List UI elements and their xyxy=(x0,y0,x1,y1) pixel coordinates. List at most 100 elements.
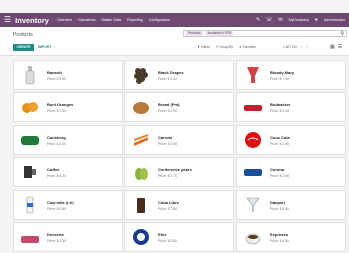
product-card[interactable]: Boni Oranges Price: $ 1.50 xyxy=(13,92,123,122)
product-price: Price: $ 1.70 xyxy=(158,173,178,178)
product-info: Budweiser Price: $ 2.40 xyxy=(270,102,290,113)
product-info: Daiquiri Price: $ 5.90 xyxy=(270,200,289,211)
product-name: Carrots xyxy=(158,134,173,140)
coffee-icon xyxy=(20,161,40,183)
product-card[interactable]: Daiquiri Price: $ 5.90 xyxy=(236,190,346,220)
create-button[interactable]: CREATE xyxy=(13,44,34,51)
product-price: Price: $ 4.90 xyxy=(270,238,290,243)
menu-item-master-data[interactable]: Master Data xyxy=(102,18,122,22)
search-facet-pos[interactable]: Available in POS xyxy=(205,31,234,36)
menu-item-overview[interactable]: Overview xyxy=(57,18,72,22)
product-info: Boni Oranges Price: $ 1.50 xyxy=(47,102,73,113)
chat-icon[interactable]: ✉ xyxy=(278,17,282,23)
product-card[interactable]: Bloody Mary Price: $ 7.90 xyxy=(236,60,346,90)
product-card[interactable]: Carrots Price: $ 0.80 xyxy=(124,125,234,155)
coca-cola-icon xyxy=(243,129,263,151)
dessert-icon xyxy=(20,226,40,248)
product-info: Coffee Price: $ 4.30 xyxy=(47,167,66,178)
efes-icon xyxy=(131,226,151,248)
product-info: Cuba Libre Price: $ 7.80 xyxy=(158,200,179,211)
carlsberg-icon xyxy=(20,129,40,151)
product-name: Budweiser xyxy=(270,101,291,107)
carrots-icon xyxy=(131,129,151,151)
product-name: Black Grapes xyxy=(158,69,184,75)
product-card[interactable]: Bacardi Price: $ 5.50 xyxy=(13,60,123,90)
pears-icon xyxy=(131,161,151,183)
product-name: Cow milk (Ltr) xyxy=(47,199,74,205)
product-info: Bread (Pnt) Price: $ 2.50 xyxy=(158,102,180,113)
product-price: Price: $ 3.50 xyxy=(47,238,67,243)
product-card[interactable]: Cuba Libre Price: $ 7.80 xyxy=(124,190,234,220)
product-name: Corona xyxy=(270,166,284,172)
product-price: Price: $ 2.60 xyxy=(158,238,178,243)
company-switcher[interactable]: MyCompany xyxy=(289,18,309,22)
product-card[interactable]: Conference pears Price: $ 1.70 xyxy=(124,157,234,187)
product-card[interactable]: Coffee Price: $ 4.30 xyxy=(13,157,123,187)
budweiser-icon xyxy=(243,96,263,118)
product-info: Carlsberg Price: $ 2.50 xyxy=(47,135,66,146)
product-card[interactable]: Desserts Price: $ 3.50 xyxy=(13,222,123,252)
menu-item-configuration[interactable]: Configuration xyxy=(149,18,170,22)
phone-icon[interactable]: ☏ xyxy=(266,17,272,23)
menu-item-operations[interactable]: Operations xyxy=(78,18,96,22)
product-card[interactable]: Bread (Pnt) Price: $ 2.50 xyxy=(124,92,234,122)
search-input[interactable]: Products Available in POS ⚲ xyxy=(183,30,347,37)
product-card[interactable]: Cow milk (Ltr) Price: $ 0.80 xyxy=(13,190,123,220)
product-name: Bread (Pnt) xyxy=(158,101,180,107)
product-info: Efes Price: $ 2.60 xyxy=(158,232,177,243)
product-price: Price: $ 5.50 xyxy=(47,76,67,81)
product-name: Conference pears xyxy=(158,166,192,172)
pager-previous-icon[interactable]: ‹ xyxy=(301,45,302,49)
product-card[interactable]: Budweiser Price: $ 2.40 xyxy=(236,92,346,122)
product-card[interactable]: Efes Price: $ 2.60 xyxy=(124,222,234,252)
product-name: Coca Cola xyxy=(270,134,290,140)
product-price: Price: $ 0.80 xyxy=(47,206,67,211)
group-by-button[interactable]: ☰ Group By xyxy=(216,45,233,49)
product-card[interactable]: Coca Cola Price: $ 1.90 xyxy=(236,125,346,155)
kanban-view-icon[interactable]: ▦ xyxy=(330,44,335,50)
product-price: Price: $ 2.80 xyxy=(270,173,290,178)
breadcrumb[interactable]: Products xyxy=(13,32,33,38)
product-card[interactable]: Black Grapes Price: $ 3.30 xyxy=(124,60,234,90)
product-name: Carlsberg xyxy=(47,134,66,140)
search-facet-products[interactable]: Products xyxy=(186,31,203,36)
product-name: Efes xyxy=(158,231,167,237)
product-price: Price: $ 1.90 xyxy=(270,141,290,146)
cocktail-icon xyxy=(243,64,263,86)
product-card[interactable]: Espresso Price: $ 4.90 xyxy=(236,222,346,252)
product-info: Cow milk (Ltr) Price: $ 0.80 xyxy=(47,200,74,211)
search-icon[interactable]: ⚲ xyxy=(340,31,344,37)
grapes-icon xyxy=(131,64,151,86)
list-view-icon[interactable]: ☰ xyxy=(338,44,342,50)
menu-item-reporting[interactable]: Reporting xyxy=(127,18,143,22)
pager: 1-80 / 157 ‹ › xyxy=(283,45,307,49)
filters-button[interactable]: ▼ Filters xyxy=(197,45,210,49)
avatar[interactable]: ● xyxy=(315,17,318,23)
product-card[interactable]: Corona Price: $ 2.80 xyxy=(236,157,346,187)
view-switcher: ▦ ☰ xyxy=(330,44,342,50)
apps-menu-icon[interactable]: ☰ xyxy=(4,16,11,24)
cuba-libre-icon xyxy=(131,194,151,216)
milk-icon xyxy=(20,194,40,216)
product-info: Coca Cola Price: $ 1.90 xyxy=(270,135,290,146)
pager-next-icon[interactable]: › xyxy=(306,45,307,49)
product-name: Cuba Libre xyxy=(158,199,179,205)
bread-icon xyxy=(131,96,151,118)
product-price: Price: $ 1.50 xyxy=(47,108,67,113)
import-button[interactable]: IMPORT xyxy=(38,44,52,51)
bug-icon[interactable]: ✎ xyxy=(256,17,260,23)
pager-value[interactable]: 1-80 / 157 xyxy=(283,45,297,49)
product-price: Price: $ 2.40 xyxy=(270,108,290,113)
main-menu: Overview Operations Master Data Reportin… xyxy=(57,18,170,22)
app-title[interactable]: Inventory xyxy=(15,16,49,25)
product-name: Bacardi xyxy=(47,69,62,75)
daiquiri-icon xyxy=(243,194,263,216)
product-info: Carrots Price: $ 0.80 xyxy=(158,135,177,146)
product-info: Desserts Price: $ 3.50 xyxy=(47,232,66,243)
product-name: Desserts xyxy=(47,231,64,237)
product-card[interactable]: Carlsberg Price: $ 2.50 xyxy=(13,125,123,155)
favorites-button[interactable]: ★ Favorites xyxy=(239,45,256,49)
user-menu[interactable]: Administrator xyxy=(324,18,345,22)
product-info: Corona Price: $ 2.80 xyxy=(270,167,289,178)
search-options: ▼ Filters ☰ Group By ★ Favorites xyxy=(197,45,256,49)
